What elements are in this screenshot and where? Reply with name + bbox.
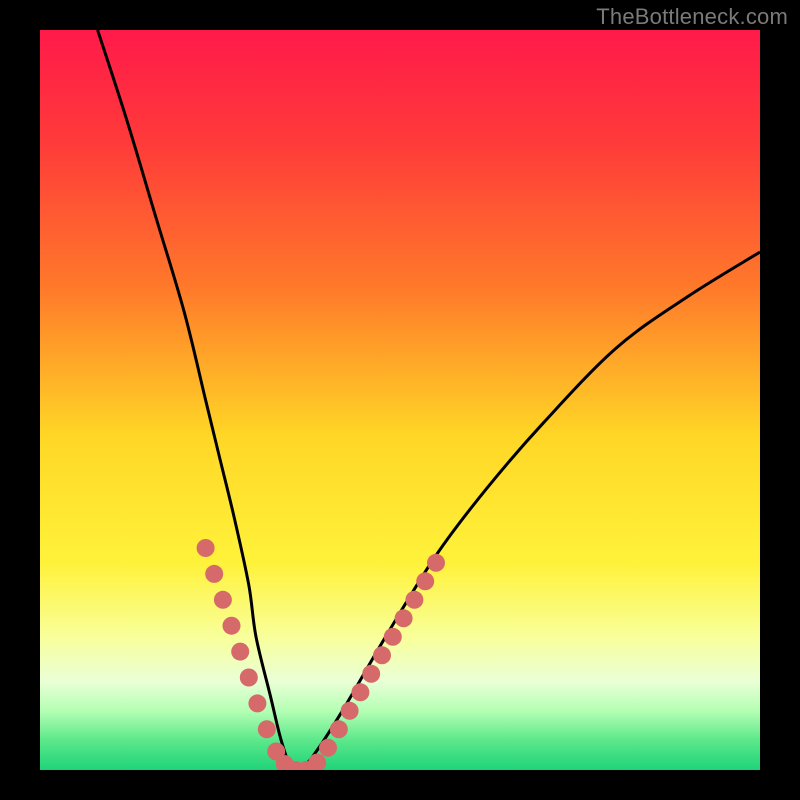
curve-marker <box>205 565 223 583</box>
curve-marker <box>258 720 276 738</box>
curve-marker <box>240 669 258 687</box>
curve-marker <box>223 617 241 635</box>
curve-markers <box>197 539 445 770</box>
curve-marker <box>308 754 326 770</box>
curve-marker <box>248 694 266 712</box>
curve-marker <box>405 591 423 609</box>
chart-stage: TheBottleneck.com <box>0 0 800 800</box>
bottleneck-curve <box>40 30 760 770</box>
curve-marker <box>197 539 215 557</box>
curve-path <box>98 30 760 770</box>
curve-marker <box>214 591 232 609</box>
curve-marker <box>395 609 413 627</box>
curve-marker <box>319 739 337 757</box>
curve-marker <box>351 683 369 701</box>
curve-marker <box>362 665 380 683</box>
curve-marker <box>373 646 391 664</box>
curve-marker <box>231 643 249 661</box>
curve-marker <box>384 628 402 646</box>
watermark-text: TheBottleneck.com <box>596 4 788 30</box>
curve-marker <box>427 554 445 572</box>
plot-frame <box>40 30 760 770</box>
curve-marker <box>330 720 348 738</box>
curve-marker <box>341 702 359 720</box>
curve-marker <box>416 572 434 590</box>
